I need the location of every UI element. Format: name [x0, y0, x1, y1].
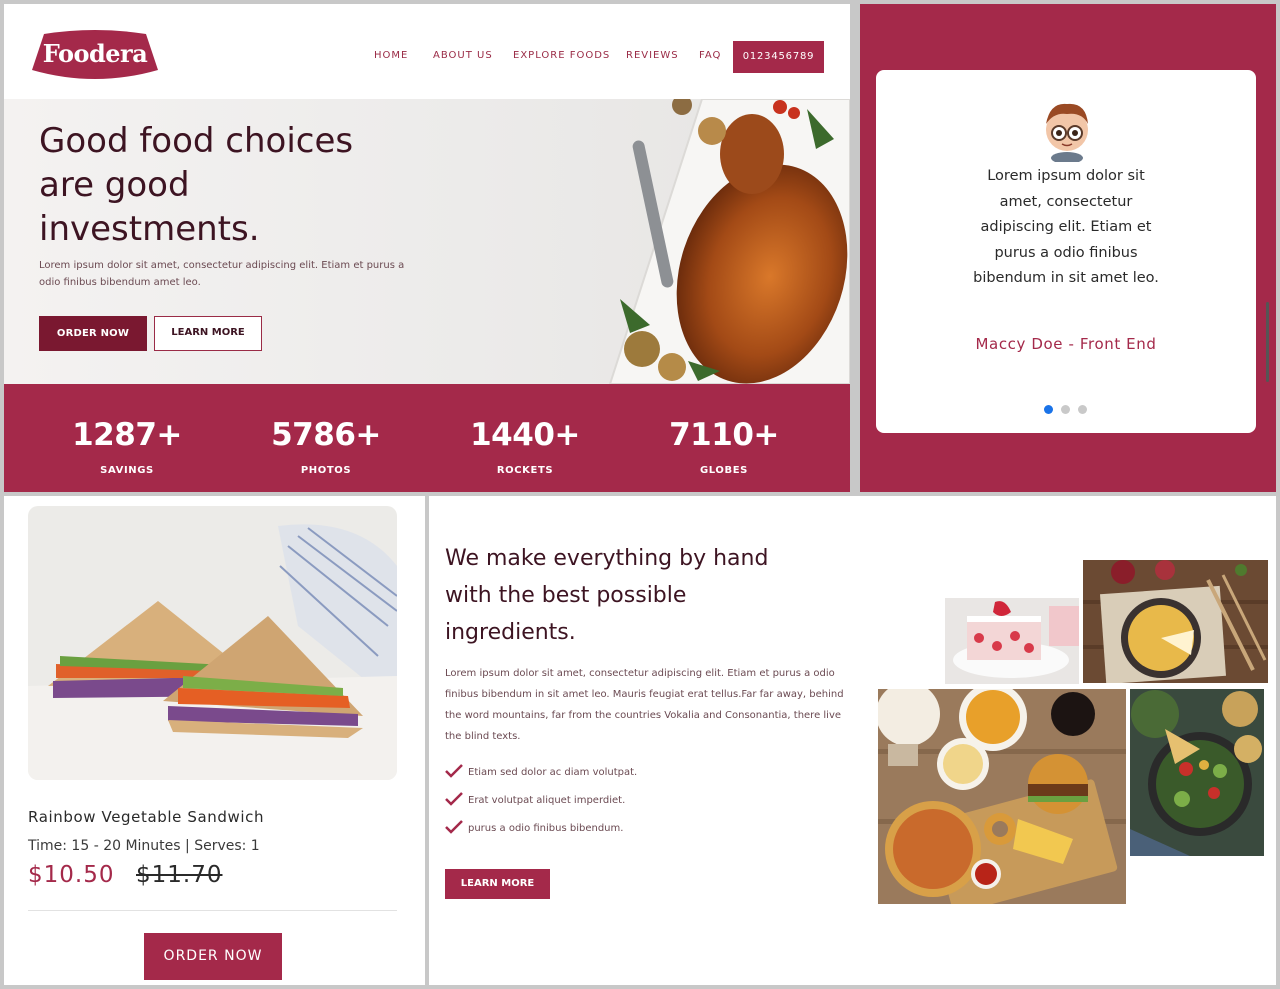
hero-subtitle: Lorem ipsum dolor sit amet, consectetur … [39, 260, 405, 288]
testimonial-screen: Lorem ipsum dolor sit amet, consectetur … [860, 4, 1276, 492]
about-screen: We make everything by hand with the best… [429, 496, 1276, 985]
roast-turkey-image [602, 99, 850, 384]
site-header: Foodera HOME ABOUT US EXPLORE FOODS REVI… [4, 4, 850, 99]
quiche-image [1083, 560, 1268, 683]
learn-more-button[interactable]: LEARN MORE [154, 316, 262, 351]
stat-number: 1287+ [72, 417, 182, 453]
check-icon [445, 764, 463, 778]
about-text: Lorem ipsum dolor sit amet, consectetur … [445, 668, 844, 742]
product-name: Rainbow Vegetable Sandwich [28, 808, 265, 826]
hero-section: Good food choices are good investments. … [4, 99, 850, 384]
nav-reviews[interactable]: REVIEWS [626, 50, 679, 61]
nav-explore-foods[interactable]: EXPLORE FOODS [513, 50, 610, 61]
list-item: Erat volutpat aliquet imperdiet. [445, 792, 845, 820]
stat-rockets: 1440+ ROCKETS [435, 417, 615, 476]
about-title: We make everything by hand with the best… [445, 546, 769, 645]
hero-title: Good food choices are good investments. [39, 121, 354, 249]
sandwich-image [28, 506, 397, 780]
nav-faq[interactable]: FAQ [699, 50, 721, 61]
list-item: purus a odio finibus bibendum. [445, 820, 845, 848]
nav-home[interactable]: HOME [374, 50, 408, 61]
brand-logo-text: Foodera [42, 39, 148, 68]
testimonial-author: Maccy Doe - Front End [975, 335, 1157, 353]
order-now-button[interactable]: ORDER NOW [144, 933, 282, 980]
nav-about-us[interactable]: ABOUT US [433, 50, 493, 61]
stat-photos: 5786+ PHOTOS [236, 417, 416, 476]
testimonial-quote: Lorem ipsum dolor sit amet, consectetur … [973, 168, 1159, 286]
product-meta: Time: 15 - 20 Minutes | Serves: 1 [28, 838, 260, 854]
brand-logo[interactable]: Foodera [30, 30, 160, 84]
list-item-text: Etiam sed dolor ac diam volutpat. [468, 767, 638, 778]
stats-bar: 1287+ SAVINGS 5786+ PHOTOS 1440+ ROCKETS… [4, 384, 850, 492]
stat-savings: 1287+ SAVINGS [37, 417, 217, 476]
scrollbar[interactable] [1266, 302, 1269, 382]
check-icon [445, 792, 463, 806]
carousel-dot-3[interactable] [1078, 405, 1087, 414]
salad-bowl-image [1130, 689, 1264, 856]
carousel-dots [1044, 405, 1094, 415]
learn-more-button[interactable]: LEARN MORE [445, 869, 550, 899]
stat-label: SAVINGS [100, 465, 154, 476]
fast-food-platter-image [878, 689, 1126, 904]
feature-list: Etiam sed dolor ac diam volutpat. Erat v… [445, 764, 845, 848]
stat-label: GLOBES [700, 465, 748, 476]
hero-screen: Foodera HOME ABOUT US EXPLORE FOODS REVI… [4, 4, 850, 492]
stat-number: 5786+ [271, 417, 381, 453]
list-item-text: purus a odio finibus bibendum. [468, 823, 624, 834]
carousel-dot-1[interactable] [1044, 405, 1053, 414]
divider [28, 910, 397, 911]
product-screen: Rainbow Vegetable Sandwich Time: 15 - 20… [4, 496, 425, 985]
list-item: Etiam sed dolor ac diam volutpat. [445, 764, 845, 792]
strawberry-cake-image [945, 598, 1079, 684]
carousel-dot-2[interactable] [1061, 405, 1070, 414]
list-item-text: Erat volutpat aliquet imperdiet. [468, 795, 626, 806]
check-icon [445, 820, 463, 834]
avatar [1036, 98, 1098, 164]
stat-number: 7110+ [669, 417, 779, 453]
product-price: $10.50 [28, 862, 115, 888]
order-now-button[interactable]: ORDER NOW [39, 316, 147, 351]
stat-label: ROCKETS [496, 465, 554, 476]
stat-number: 1440+ [470, 417, 580, 453]
phone-button[interactable]: 0123456789 [733, 41, 824, 73]
testimonial-card: Lorem ipsum dolor sit amet, consectetur … [876, 70, 1256, 433]
stat-globes: 7110+ GLOBES [634, 417, 814, 476]
stat-label: PHOTOS [300, 465, 352, 476]
product-old-price: $11.70 [136, 862, 223, 888]
